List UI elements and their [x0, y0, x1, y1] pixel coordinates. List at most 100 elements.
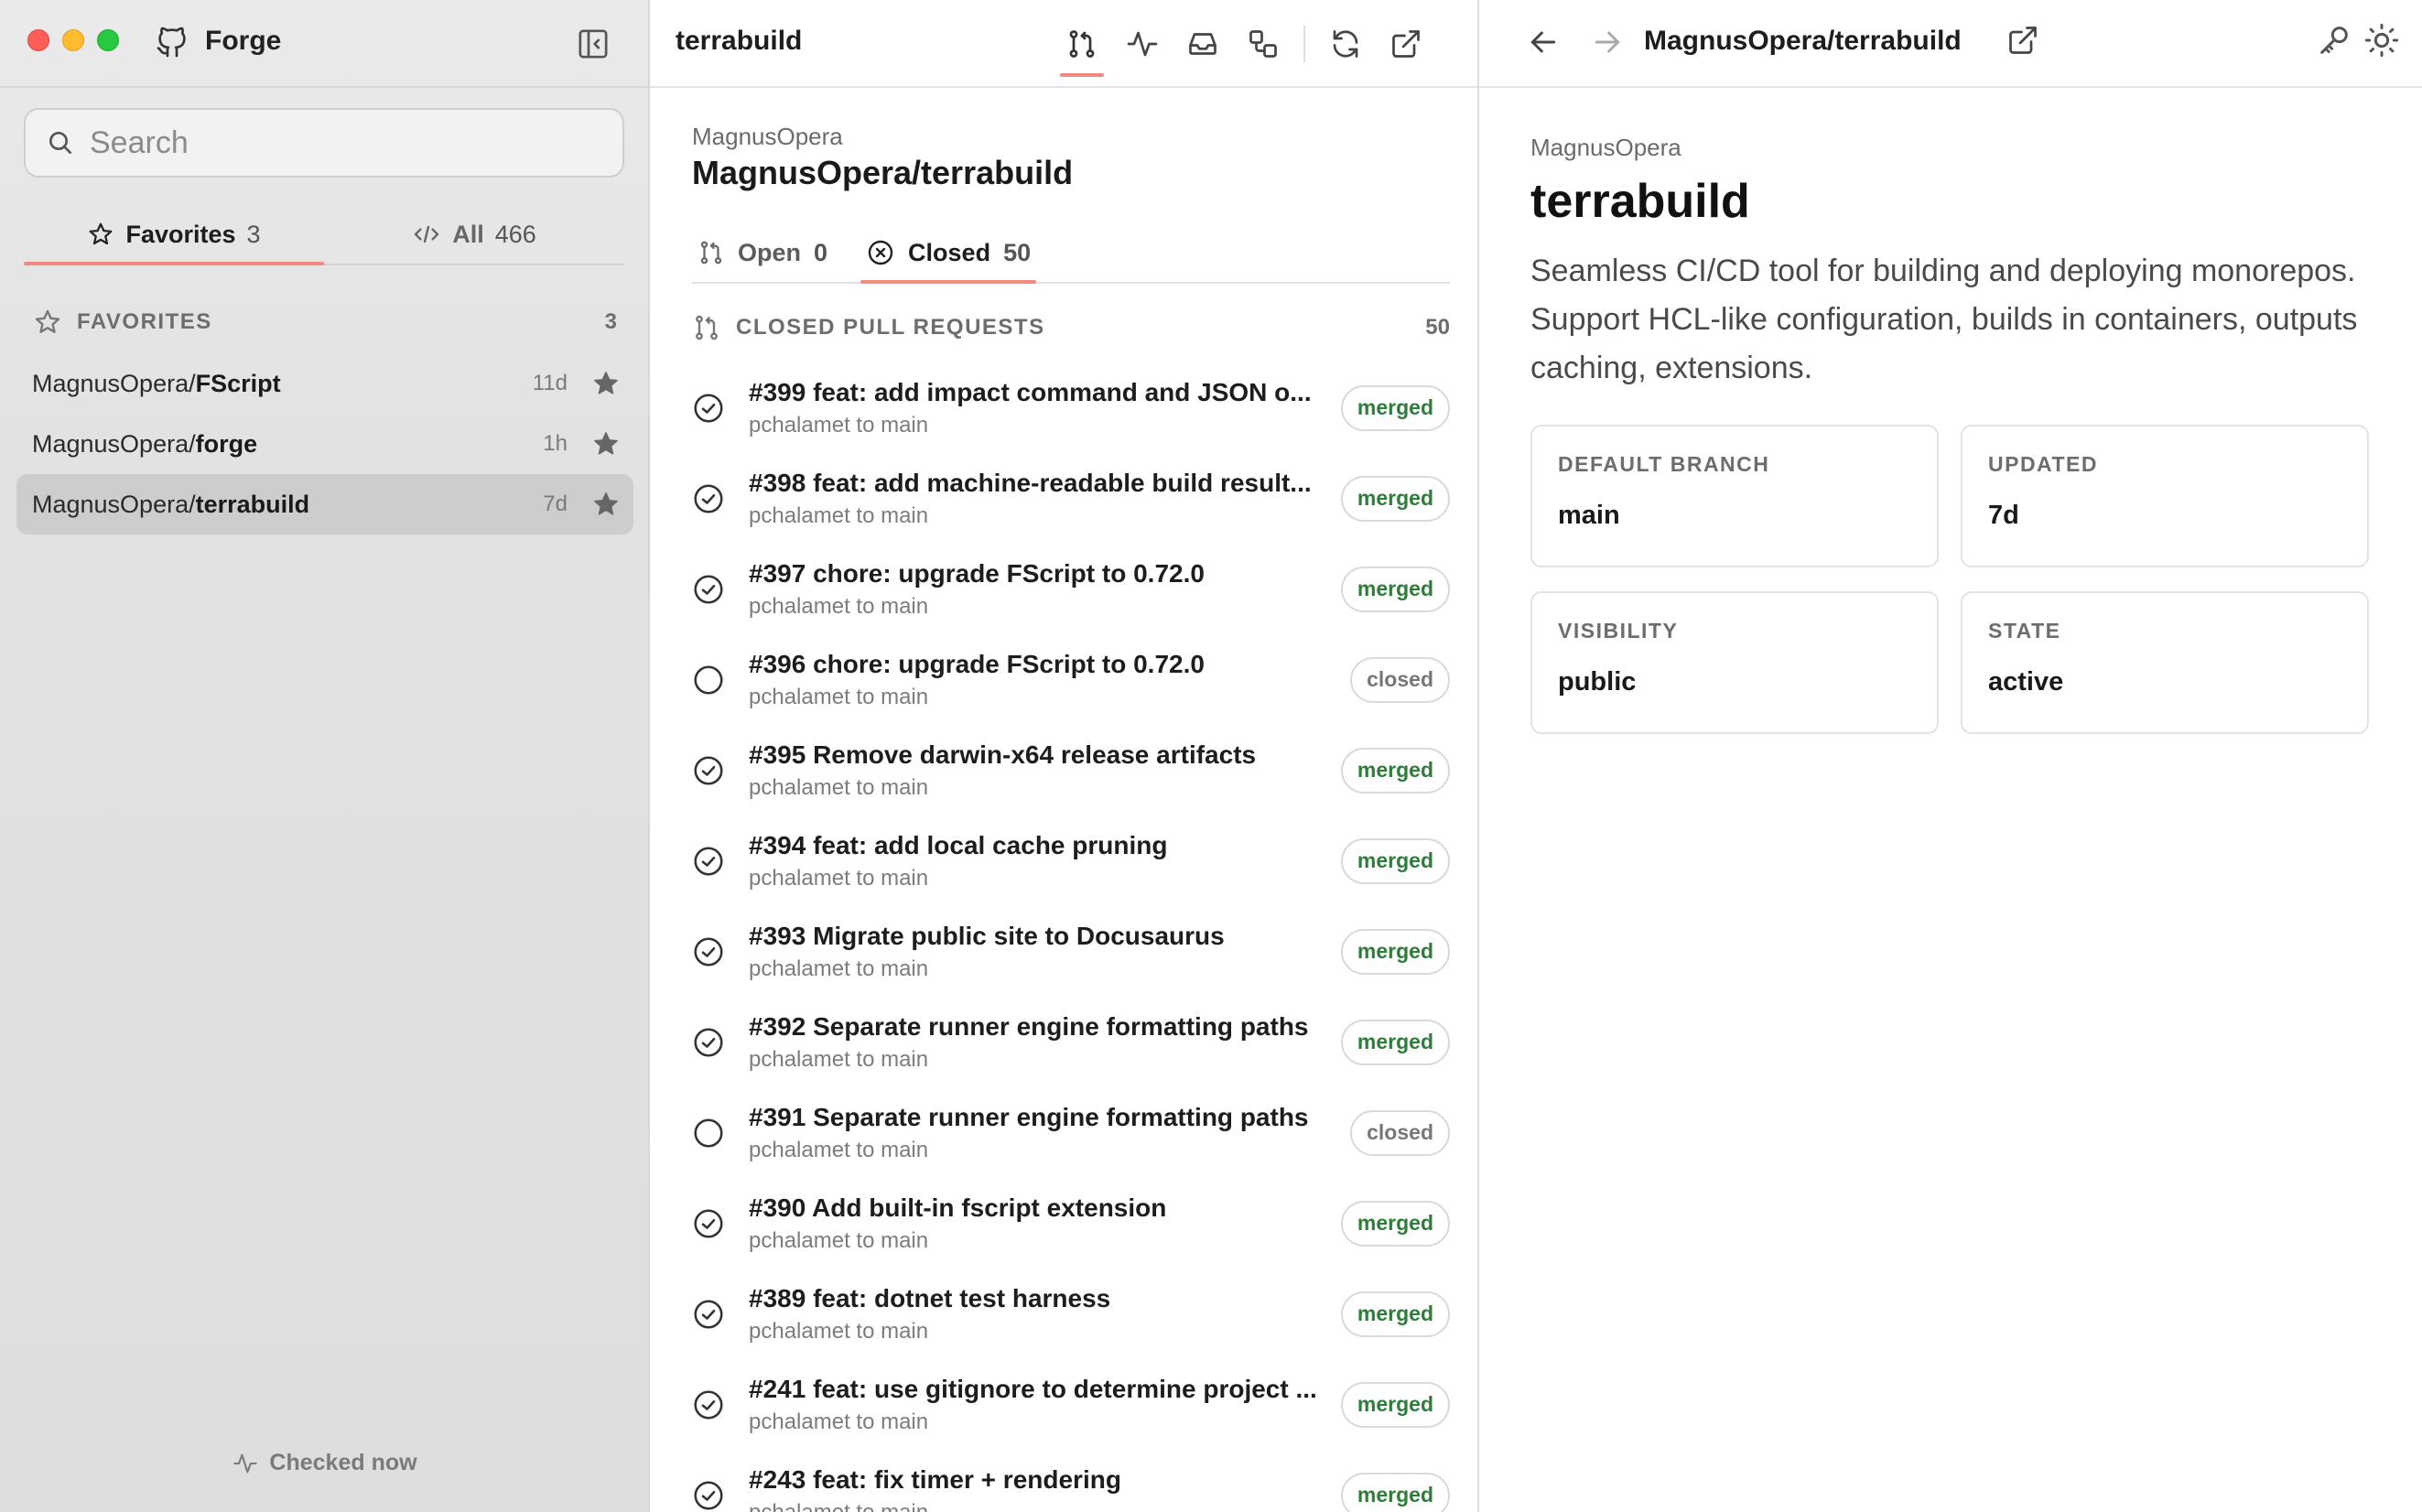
pr-row[interactable]: #393 Migrate public site to Docusaurus pc… [692, 906, 1450, 997]
pr-text: #243 feat: fix timer + rendering pchalame… [749, 1465, 1322, 1512]
pr-title: #391 Separate runner engine formatting p… [749, 1102, 1309, 1131]
pr-status-badge: closed [1350, 1109, 1450, 1156]
pr-title: #399 feat: add impact command and JSON o… [749, 377, 1312, 406]
tab-closed[interactable]: Closed 50 [860, 223, 1037, 284]
search-input[interactable] [90, 124, 602, 161]
check-circle-icon [692, 1207, 725, 1240]
pr-title: #241 feat: use gitignore to determine pr… [749, 1374, 1317, 1403]
code-icon [412, 220, 441, 249]
check-circle-icon [692, 482, 725, 515]
forward-arrow-icon[interactable] [1589, 24, 1629, 64]
star-filled-icon[interactable] [591, 429, 621, 459]
pull-request-icon [692, 313, 721, 342]
pr-subtitle: pchalamet to main [749, 593, 929, 619]
star-filled-icon[interactable] [591, 369, 621, 398]
pr-title: #393 Migrate public site to Docusaurus [749, 921, 1225, 950]
zoom-window-button[interactable] [97, 29, 119, 51]
workflow-icon[interactable] [1243, 24, 1283, 64]
pr-subtitle: pchalamet to main [749, 1227, 929, 1253]
section-count: 50 [1425, 315, 1450, 340]
tab-favorites[interactable]: Favorites 3 [24, 205, 324, 265]
github-logo-icon [154, 24, 190, 60]
pr-status-badge: merged [1340, 475, 1450, 522]
repo-item-forge[interactable]: MagnusOpera/forge 1h [16, 414, 633, 474]
inbox-icon[interactable] [1183, 24, 1223, 64]
middle-titlebar: terrabuild [650, 0, 1477, 88]
repo-item-fscript[interactable]: MagnusOpera/FScript 11d [16, 353, 633, 414]
circle-icon [692, 1117, 725, 1150]
pr-subtitle: pchalamet to main [749, 774, 929, 800]
check-circle-icon [692, 845, 725, 878]
window-controls [27, 29, 119, 51]
pr-title: #389 feat: dotnet test harness [749, 1283, 1111, 1312]
pr-subtitle: pchalamet to main [749, 865, 929, 891]
back-arrow-icon[interactable] [1525, 24, 1565, 64]
star-filled-icon[interactable] [591, 490, 621, 519]
toggle-sidebar-icon[interactable] [575, 26, 611, 62]
pr-row[interactable]: #390 Add built-in fscript extension pchal… [692, 1178, 1450, 1269]
close-window-button[interactable] [27, 29, 49, 51]
repo-detail-panel: MagnusOpera/terrabuild MagnusOpera terra… [1479, 0, 2422, 1512]
repo-owner: MagnusOpera/ [32, 429, 196, 458]
search-icon [46, 128, 75, 157]
repo-name: terrabuild [195, 490, 310, 518]
info-card-state: STATE active [1961, 591, 2369, 734]
key-icon[interactable] [2316, 22, 2356, 62]
pr-text: #393 Migrate public site to Docusaurus pc… [749, 922, 1322, 982]
search-field[interactable] [24, 108, 624, 178]
pr-row[interactable]: #392 Separate runner engine formatting p… [692, 997, 1450, 1087]
refresh-icon[interactable] [1325, 24, 1366, 64]
info-card-label: UPDATED [1988, 452, 2098, 476]
section-title: CLOSED PULL REQUESTS [736, 315, 1045, 340]
activity-icon[interactable] [1122, 24, 1162, 64]
pr-text: #399 feat: add impact command and JSON o… [749, 378, 1322, 438]
section-title: FAVORITES [77, 309, 212, 334]
repo-age: 1h [543, 431, 568, 456]
check-circle-icon [692, 1298, 725, 1331]
repo-owner: MagnusOpera/ [32, 369, 196, 397]
pr-row[interactable]: #394 feat: add local cache pruning pchala… [692, 815, 1450, 906]
pr-row[interactable]: #243 feat: fix timer + rendering pchalame… [692, 1450, 1450, 1512]
pr-title: #243 feat: fix timer + rendering [749, 1464, 1121, 1494]
open-external-icon[interactable] [2006, 24, 2043, 60]
sun-icon[interactable] [2363, 22, 2404, 62]
pull-request-icon[interactable] [1060, 24, 1104, 77]
pr-row[interactable]: #396 chore: upgrade FScript to 0.72.0 pch… [692, 634, 1450, 725]
tab-open[interactable]: Open 0 [692, 223, 833, 282]
pr-row[interactable]: #395 Remove darwin-x64 release artifacts… [692, 725, 1450, 815]
star-outline-icon [33, 308, 62, 337]
pr-row[interactable]: #398 feat: add machine-readable build re… [692, 453, 1450, 544]
pr-row[interactable]: #241 feat: use gitignore to determine pr… [692, 1359, 1450, 1450]
tab-all[interactable]: All 466 [324, 205, 624, 264]
pr-text: #390 Add built-in fscript extension pchal… [749, 1193, 1322, 1254]
sidebar-titlebar: Forge [0, 0, 648, 88]
pr-status-badge: merged [1340, 928, 1450, 975]
panel-title: terrabuild [676, 26, 803, 56]
tab-count: 50 [1003, 238, 1032, 266]
repo-info-cards: DEFAULT BRANCH main UPDATED 7d VISIBILIT… [1530, 425, 2371, 734]
info-card-value: public [1558, 667, 1637, 697]
pr-row[interactable]: #399 feat: add impact command and JSON o… [692, 362, 1450, 453]
open-external-icon[interactable] [1386, 24, 1426, 64]
minimize-window-button[interactable] [62, 29, 84, 51]
pr-status-badge: merged [1340, 1472, 1450, 1512]
info-card-visibility: VISIBILITY public [1530, 591, 1939, 734]
repo-item-terrabuild[interactable]: MagnusOpera/terrabuild 7d [16, 474, 633, 535]
pr-row[interactable]: #397 chore: upgrade FScript to 0.72.0 pch… [692, 544, 1450, 634]
repo-name: forge [195, 429, 258, 458]
pr-text: #398 feat: add machine-readable build re… [749, 469, 1322, 529]
pr-row[interactable]: #391 Separate runner engine formatting p… [692, 1087, 1450, 1178]
pr-text: #395 Remove darwin-x64 release artifacts… [749, 740, 1322, 801]
repo-title: terrabuild [1530, 175, 1750, 228]
repo-description: Seamless CI/CD tool for building and dep… [1530, 254, 2358, 385]
info-card-updated: UPDATED 7d [1961, 425, 2369, 567]
activity-icon [232, 1451, 258, 1476]
pr-row[interactable]: #389 feat: dotnet test harness pchalamet … [692, 1269, 1450, 1359]
info-card-label: VISIBILITY [1558, 619, 1679, 643]
pr-text: #396 chore: upgrade FScript to 0.72.0 pch… [749, 650, 1322, 710]
check-circle-icon [692, 754, 725, 787]
tab-label: Closed [908, 238, 991, 266]
check-circle-icon [692, 392, 725, 425]
repo-owner: MagnusOpera/ [32, 490, 196, 518]
check-circle-icon [692, 573, 725, 606]
